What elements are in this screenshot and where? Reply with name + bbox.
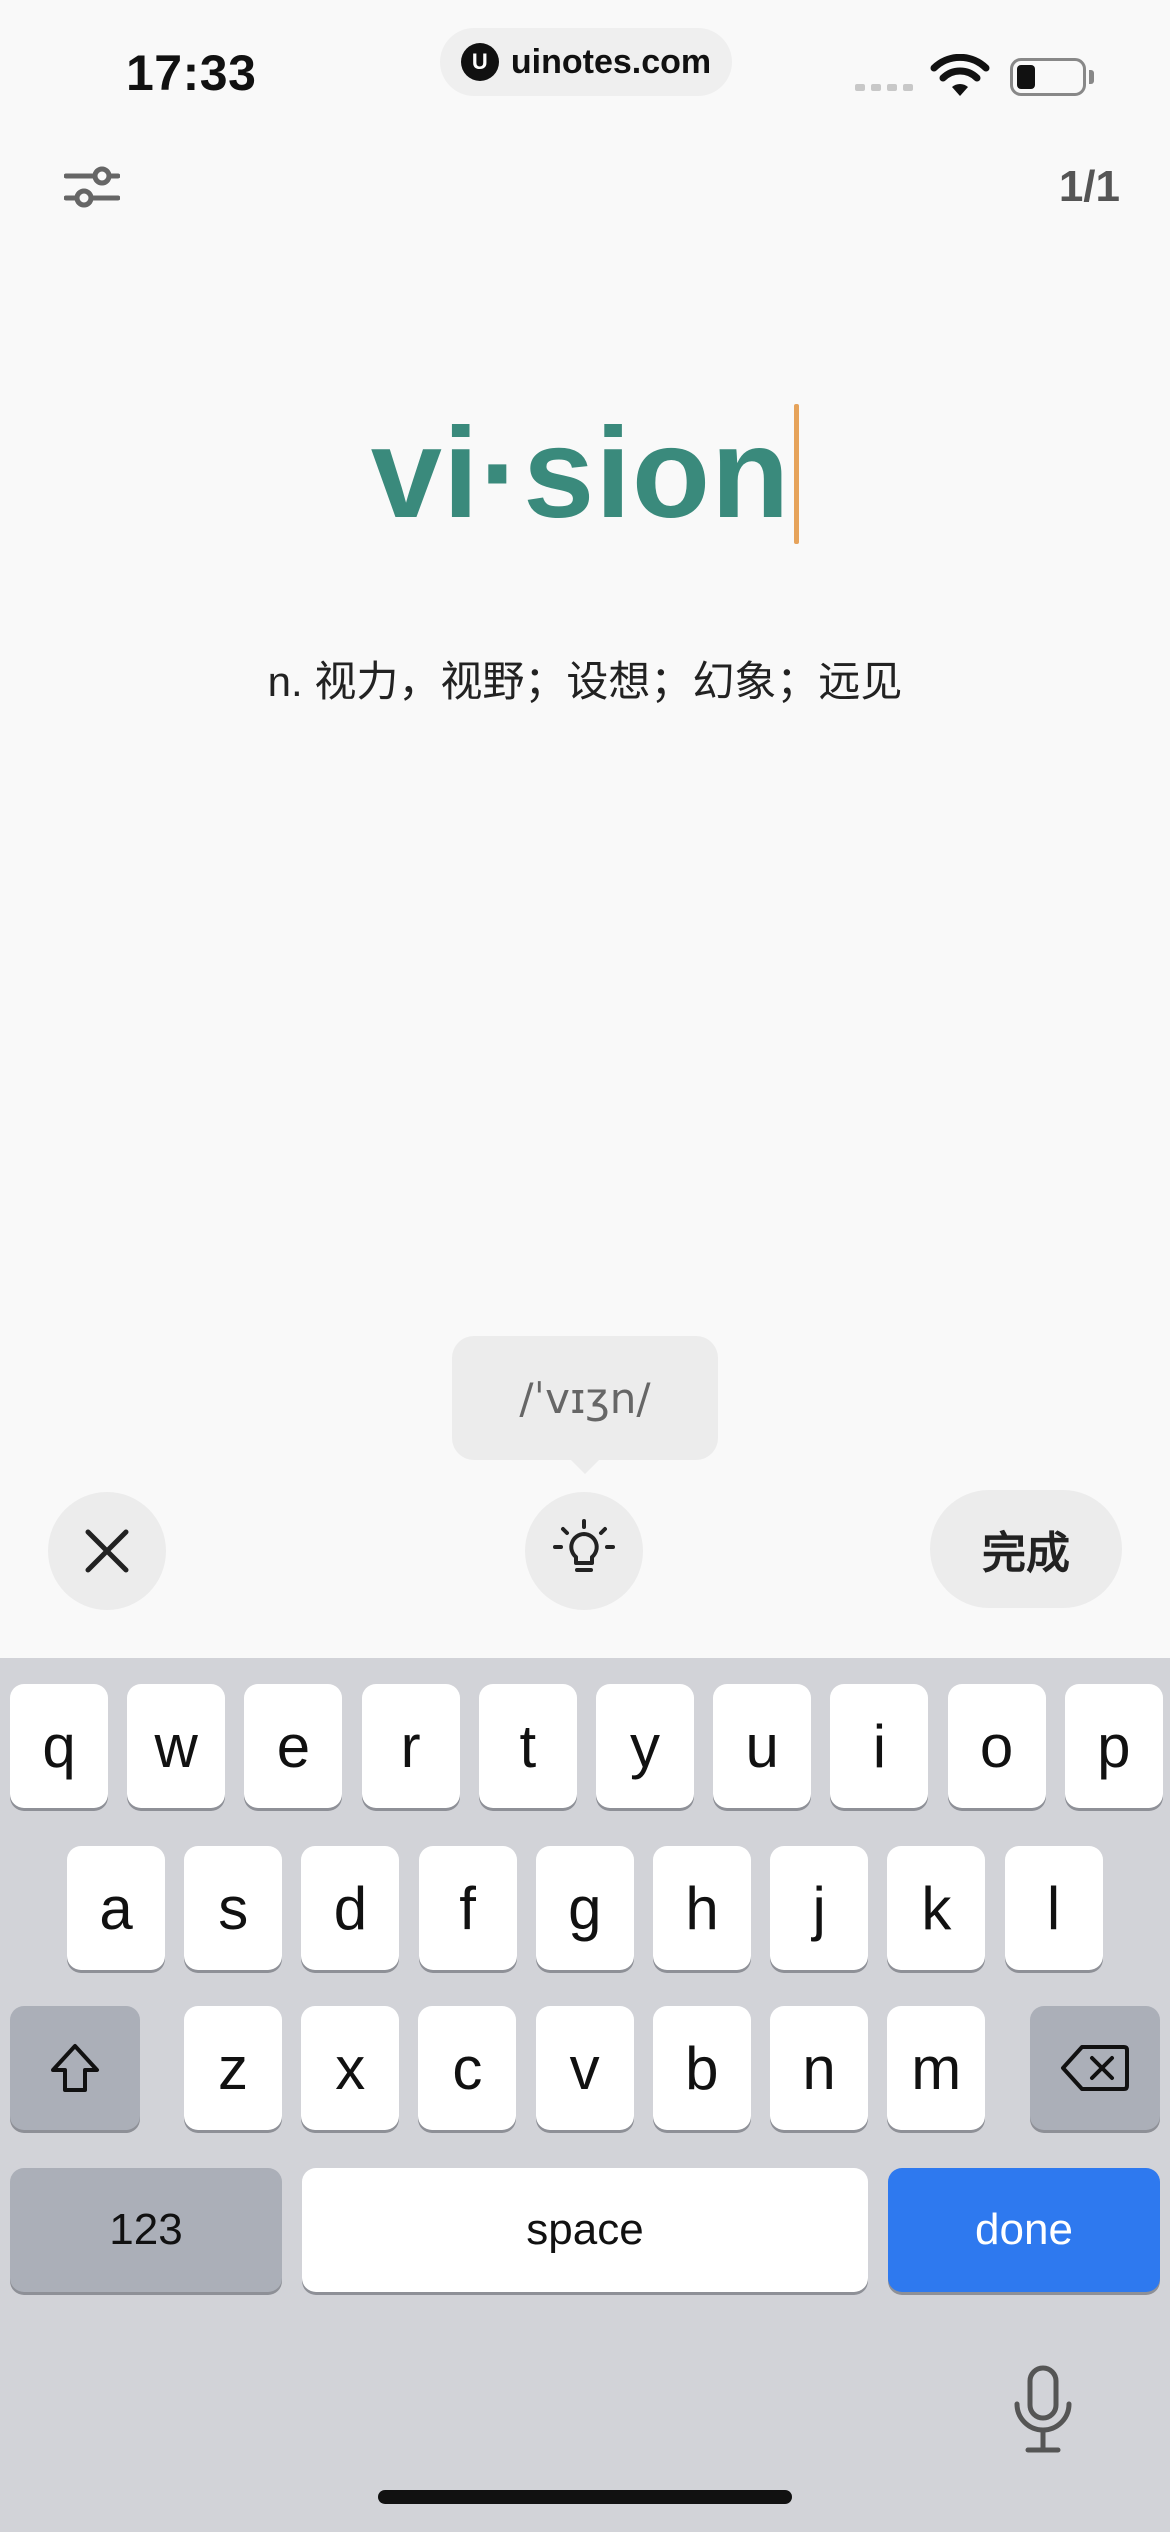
key-h[interactable]: h (653, 1846, 751, 1970)
close-icon (85, 1529, 129, 1573)
cellular-signal-icon (855, 84, 913, 91)
wifi-icon (930, 54, 990, 96)
key-g[interactable]: g (535, 1846, 634, 1970)
text-caret (794, 403, 800, 544)
word-text: vi·sion (370, 402, 791, 545)
key-c[interactable]: c (418, 2006, 517, 2130)
microphone-icon[interactable] (1010, 2364, 1076, 2456)
keyboard: qwertyuiop asdfghjkl zxcvbnm 123 space d… (0, 1658, 1170, 2532)
card-counter: 1/1 (1058, 162, 1120, 211)
url-pill[interactable]: U uinotes.com (440, 28, 732, 96)
close-button[interactable] (48, 1492, 166, 1610)
hint-button[interactable] (525, 1492, 643, 1610)
numbers-key[interactable]: 123 (10, 2168, 282, 2292)
home-indicator[interactable] (378, 2490, 792, 2504)
key-v[interactable]: v (535, 2006, 634, 2130)
tooltip-arrow (567, 1456, 603, 1474)
key-t[interactable]: t (478, 1684, 577, 1808)
word-definition: n. 视力，视野；设想；幻象；远见 (267, 658, 903, 705)
key-j[interactable]: j (770, 1846, 869, 1970)
status-time: 17:33 (126, 45, 257, 101)
battery-cap (1089, 70, 1094, 84)
lightbulb-icon (553, 1519, 615, 1572)
key-r[interactable]: r (361, 1684, 460, 1808)
key-l[interactable]: l (1004, 1846, 1103, 1970)
backspace-icon (1061, 2045, 1129, 2091)
key-a[interactable]: a (67, 1846, 165, 1970)
key-y[interactable]: y (596, 1684, 694, 1808)
sliders-icon[interactable] (64, 162, 120, 212)
key-d[interactable]: d (301, 1846, 400, 1970)
shift-key[interactable] (10, 2006, 140, 2130)
key-o[interactable]: o (947, 1684, 1046, 1808)
finish-button[interactable]: 完成 (930, 1490, 1122, 1608)
shift-icon (51, 2044, 99, 2092)
key-q[interactable]: q (10, 1684, 108, 1808)
done-key[interactable]: done (888, 2168, 1160, 2292)
key-k[interactable]: k (887, 1846, 986, 1970)
key-s[interactable]: s (184, 1846, 283, 1970)
key-x[interactable]: x (301, 2006, 400, 2130)
key-b[interactable]: b (652, 2006, 751, 2130)
key-m[interactable]: m (887, 2006, 986, 2130)
key-w[interactable]: w (127, 1684, 226, 1808)
key-f[interactable]: f (418, 1846, 517, 1970)
phonetic-tooltip: /ˈvɪʒn/ (452, 1336, 718, 1460)
key-e[interactable]: e (244, 1684, 343, 1808)
key-n[interactable]: n (770, 2006, 868, 2130)
key-p[interactable]: p (1064, 1684, 1163, 1808)
space-key[interactable]: space (302, 2168, 868, 2292)
battery-icon (1010, 58, 1086, 96)
delete-key[interactable] (1030, 2006, 1160, 2130)
key-u[interactable]: u (713, 1684, 812, 1808)
key-i[interactable]: i (830, 1684, 929, 1808)
site-logo-icon: U (460, 43, 499, 81)
url-text: uinotes.com (510, 42, 712, 81)
key-z[interactable]: z (184, 2006, 282, 2130)
word-display: vi·sion (0, 400, 1170, 547)
